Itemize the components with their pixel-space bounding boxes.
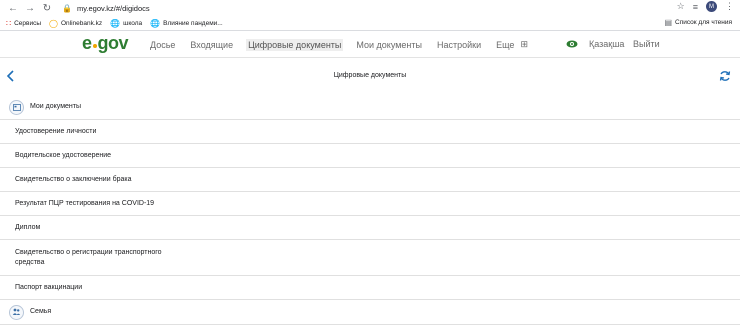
list-item[interactable]: Свидетельство о регистрации транспортног… [0, 240, 740, 276]
back-arrow-icon[interactable]: ← [6, 1, 20, 15]
nav-settings[interactable]: Настройки [435, 39, 483, 51]
site-header: e gov Досье Входящие Цифровые документы М… [0, 31, 740, 58]
document-label: Свидетельство о регистрации транспортног… [15, 248, 162, 266]
bookmark-onlinebank[interactable]: ◯ Onlinebank.kz [49, 19, 102, 28]
list-item[interactable]: Диплом [0, 216, 740, 240]
bookmark-label: школа [123, 19, 143, 27]
logo-e: e [82, 33, 92, 53]
url-text[interactable]: my.egov.kz/#/digidocs [77, 4, 150, 13]
document-label: Диплом [15, 223, 41, 231]
address-bar[interactable]: 🔒 my.egov.kz/#/digidocs [62, 1, 150, 15]
list-item[interactable]: Свидетельство о заключении брака [0, 168, 740, 192]
document-label: Водительское удостоверение [15, 151, 112, 159]
reading-list[interactable]: ▤ Список для чтения [664, 18, 732, 27]
bookmarks-bar: ∷ Сервисы ◯ Onlinebank.kz 🌐 школа 🌐 Влияние … [0, 16, 740, 31]
language-switch[interactable]: Қазақша [589, 39, 624, 49]
star-icon[interactable]: ☆ [677, 1, 685, 12]
circle-logo-icon: ◯ [49, 18, 58, 28]
playlist-icon[interactable]: ≡ [693, 2, 698, 12]
nav-dossier[interactable]: Досье [148, 39, 177, 51]
eye-icon[interactable] [566, 40, 578, 48]
globe-icon: 🌐 [110, 18, 121, 28]
reading-list-label: Список для чтения [675, 19, 732, 26]
menu-dots-icon[interactable]: ⋮ [725, 1, 734, 12]
document-label: Паспорт вакцинации [15, 283, 83, 291]
page-toolbar: Цифровые документы [0, 59, 740, 95]
globe-icon: 🌐 [150, 18, 161, 28]
page-title: Цифровые документы [333, 72, 407, 79]
nav-digital-documents[interactable]: Цифровые документы [246, 39, 344, 51]
document-label: Результат ПЦР тестирования на COVID-19 [15, 199, 155, 207]
section-family[interactable]: Семья [0, 300, 740, 325]
list-item[interactable]: Результат ПЦР тестирования на COVID-19 [0, 192, 740, 216]
reload-icon[interactable]: ↻ [40, 1, 54, 15]
browser-actions: ☆ ≡ M ⋮ [677, 1, 734, 12]
bookmark-services[interactable]: ∷ Сервисы [6, 19, 41, 28]
nav-my-documents[interactable]: Мои документы [354, 39, 424, 51]
forward-arrow-icon[interactable]: → [23, 1, 37, 15]
bookmark-label: Сервисы [14, 19, 42, 27]
list-item[interactable]: Водительское удостоверение [0, 144, 740, 168]
bookmark-label: Влияние пандеми... [163, 19, 223, 27]
logo-dot [92, 44, 97, 48]
main-nav: Досье Входящие Цифровые документы Мои до… [148, 39, 528, 51]
nav-inbox[interactable]: Входящие [188, 39, 235, 51]
nav-more[interactable]: Еще [494, 39, 516, 51]
browser-toolbar: ← → ↻ 🔒 my.egov.kz/#/digidocs ☆ ≡ M ⋮ [0, 0, 740, 16]
bookmark-pandemic[interactable]: 🌐 Влияние пандеми... [150, 19, 223, 28]
section-label: Семья [30, 308, 52, 315]
documents-list: Мои документы Удостоверение личности Вод… [0, 95, 740, 325]
apps-grid-icon: ∷ [6, 18, 12, 28]
list-item[interactable]: Удостоверение личности [0, 120, 740, 144]
logo-text: gov [97, 33, 129, 53]
bookmark-label: Onlinebank.kz [60, 19, 103, 27]
section-label: Мои документы [30, 103, 82, 110]
profile-avatar[interactable]: M [706, 1, 717, 12]
list-item[interactable]: Паспорт вакцинации [0, 276, 740, 300]
document-label: Удостоверение личности [15, 127, 97, 135]
refresh-icon[interactable] [719, 70, 731, 82]
family-icon [9, 304, 24, 320]
section-my-documents[interactable]: Мои документы [0, 95, 740, 120]
logout-link[interactable]: Выйти [633, 39, 660, 49]
reading-list-icon: ▤ [664, 18, 672, 27]
document-label: Свидетельство о заключении брака [15, 175, 132, 183]
folder-icon [9, 99, 24, 115]
more-grid-icon[interactable]: ⊞ [520, 39, 528, 51]
lock-icon: 🔒 [62, 3, 72, 13]
egov-logo[interactable]: e gov [82, 33, 129, 54]
bookmark-school[interactable]: 🌐 школа [110, 19, 142, 28]
